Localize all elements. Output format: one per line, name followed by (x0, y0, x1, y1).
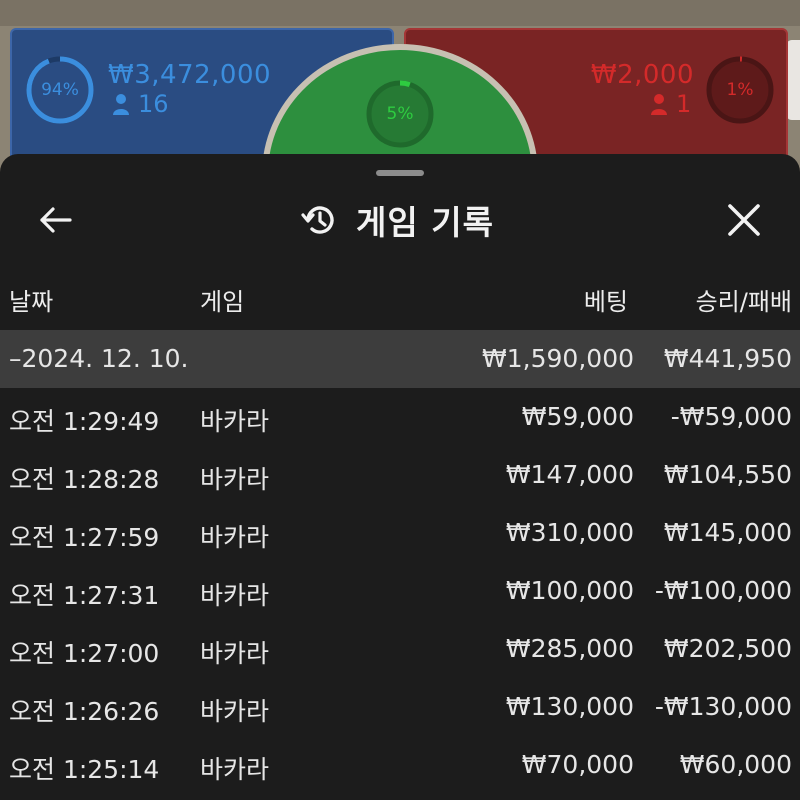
row-result: -₩130,000 (654, 692, 792, 721)
game-history-sheet: 게임 기록 날짜 게임 베팅 승리/패배 –2024. 12. 10. ₩1,5… (0, 154, 800, 800)
row-game: 바카라 (200, 407, 270, 436)
column-game: 게임 (200, 288, 245, 316)
column-bet: 베팅 (583, 288, 628, 316)
player-bettor-count: 16 (112, 90, 169, 118)
close-button[interactable] (722, 198, 766, 242)
row-time: 오전 1:25:14 (9, 755, 160, 784)
history-row[interactable]: 오전 1:27:00 바카라 ₩285,000 ₩202,500 (0, 620, 800, 678)
side-tab (786, 40, 800, 120)
summary-bet: ₩1,590,000 (482, 344, 634, 373)
row-bet: ₩310,000 (505, 518, 634, 547)
row-game: 바카라 (200, 581, 270, 610)
summary-date: –2024. 12. 10. (9, 344, 189, 373)
sheet-header: 게임 기록 (0, 190, 800, 246)
row-bet: ₩285,000 (505, 634, 634, 663)
row-bet: ₩147,000 (505, 460, 634, 489)
row-game: 바카라 (200, 523, 270, 552)
history-row[interactable]: 오전 1:25:14 바카라 ₩70,000 ₩60,000 (0, 736, 800, 794)
row-result: ₩202,500 (663, 634, 792, 663)
banker-percent-ring: 1% (704, 54, 776, 126)
player-percent: 94% (41, 80, 79, 100)
close-icon (728, 204, 760, 236)
row-game: 바카라 (200, 697, 270, 726)
tie-percent: 5% (386, 104, 414, 124)
row-result: ₩60,000 (679, 750, 792, 779)
row-game: 바카라 (200, 465, 270, 494)
row-time: 오전 1:27:31 (9, 581, 160, 610)
betting-board: 94% ₩3,472,000 16 ₩2,000 1 1% 5% (0, 0, 800, 304)
column-headers: 날짜 게임 베팅 승리/패배 (0, 282, 800, 322)
sheet-title: 게임 기록 (356, 203, 494, 242)
banker-bet-amount: ₩2,000 (590, 60, 694, 90)
history-row[interactable]: 오전 1:26:26 바카라 ₩130,000 -₩130,000 (0, 678, 800, 736)
row-time: 오전 1:26:26 (9, 697, 160, 726)
person-icon (113, 94, 129, 115)
player-count: 16 (138, 90, 169, 118)
row-time: 오전 1:29:49 (9, 407, 160, 436)
player-percent-ring: 94% (24, 54, 96, 126)
row-result: -₩59,000 (670, 402, 792, 431)
person-icon (651, 94, 667, 115)
history-row[interactable]: 오전 1:29:49 바카라 ₩59,000 -₩59,000 (0, 388, 800, 446)
banker-count: 1 (676, 90, 692, 118)
column-date: 날짜 (9, 288, 54, 316)
row-bet: ₩100,000 (505, 576, 634, 605)
banker-bettor-count: 1 (650, 90, 691, 118)
history-row[interactable]: 오전 1:28:28 바카라 ₩147,000 ₩104,550 (0, 446, 800, 504)
column-result: 승리/패배 (695, 288, 792, 316)
row-result: ₩145,000 (663, 518, 792, 547)
back-button[interactable] (34, 198, 78, 242)
row-game: 바카라 (200, 755, 270, 784)
top-strip (0, 0, 800, 26)
history-row[interactable]: 오전 1:27:31 바카라 ₩100,000 -₩100,000 (0, 562, 800, 620)
player-bet-amount: ₩3,472,000 (108, 60, 272, 90)
sheet-title-group: 게임 기록 (300, 192, 494, 248)
back-arrow-icon (40, 207, 72, 233)
row-game: 바카라 (200, 639, 270, 668)
banker-percent: 1% (726, 80, 754, 100)
drag-handle[interactable] (376, 170, 424, 176)
row-time: 오전 1:27:59 (9, 523, 160, 552)
summary-result: ₩441,950 (663, 344, 792, 373)
row-result: ₩104,550 (663, 460, 792, 489)
tie-percent-ring: 5% (364, 78, 436, 150)
row-time: 오전 1:28:28 (9, 465, 160, 494)
history-icon (301, 206, 334, 234)
history-row[interactable]: 오전 1:27:59 바카라 ₩310,000 ₩145,000 (0, 504, 800, 562)
date-summary-row[interactable]: –2024. 12. 10. ₩1,590,000 ₩441,950 (0, 330, 800, 388)
row-bet: ₩59,000 (521, 402, 634, 431)
history-table: –2024. 12. 10. ₩1,590,000 ₩441,950 오전 1:… (0, 330, 800, 794)
row-result: -₩100,000 (654, 576, 792, 605)
row-bet: ₩130,000 (505, 692, 634, 721)
row-time: 오전 1:27:00 (9, 639, 160, 668)
row-bet: ₩70,000 (521, 750, 634, 779)
